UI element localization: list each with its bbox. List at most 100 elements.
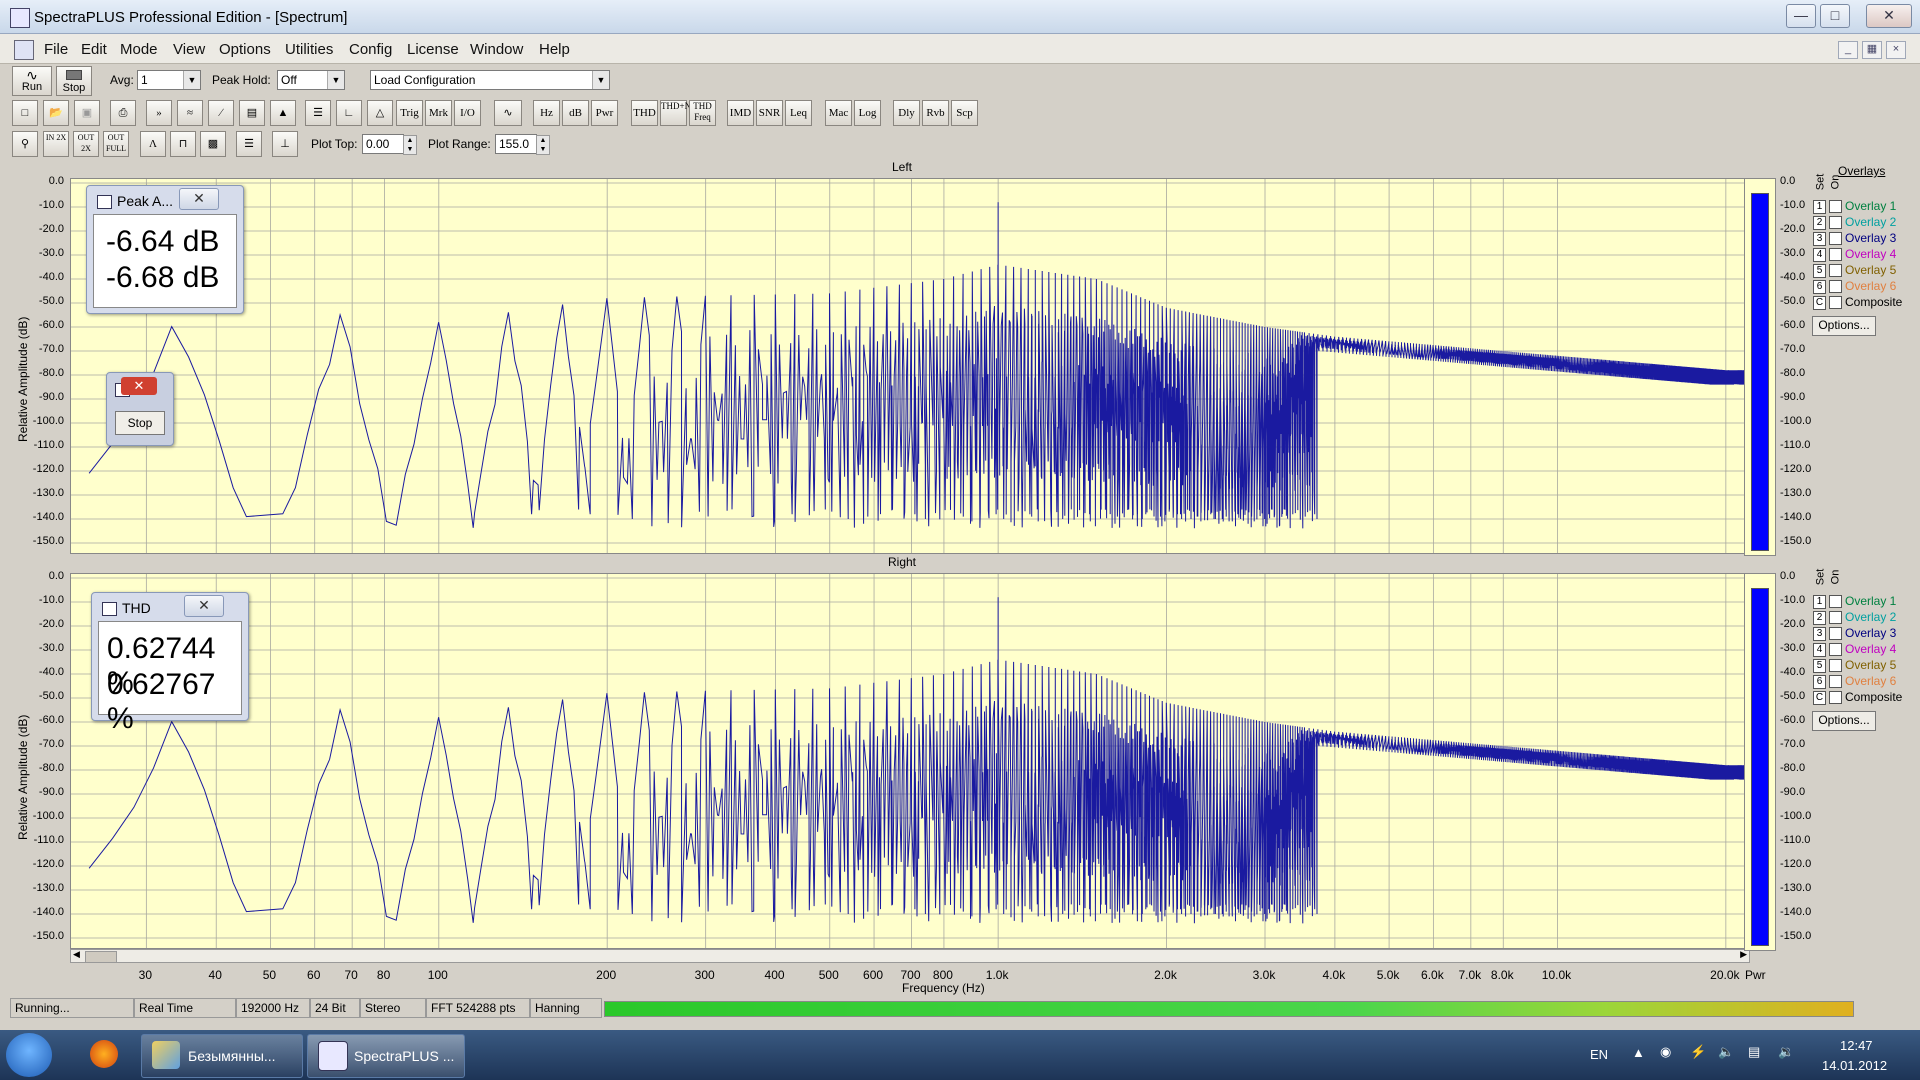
mdi-restore-button[interactable]: ▦ [1862, 41, 1882, 59]
3d-surface-icon[interactable]: ▲ [270, 100, 296, 126]
overlay-checkbox[interactable] [1829, 691, 1842, 704]
leq-button[interactable]: Leq [785, 100, 812, 126]
menu-utilities[interactable]: Utilities [285, 41, 333, 58]
speaker-icon[interactable]: 🔈 [1718, 1044, 1734, 1060]
horizontal-scrollbar[interactable]: ◀ ▶ [70, 949, 1750, 963]
clock-date[interactable]: 14.01.2012 [1822, 1058, 1887, 1073]
mrk-button[interactable]: Mrk [425, 100, 452, 126]
taskbar-item-spectraplus[interactable]: SpectraPLUS ... [307, 1034, 465, 1078]
menu-options[interactable]: Options [219, 41, 271, 58]
overlays-title[interactable]: Overlays [1838, 164, 1885, 178]
log-button[interactable]: Log [854, 100, 881, 126]
spectrum-mode-icon[interactable]: ≈ [177, 100, 203, 126]
overlay-set-button[interactable]: 2 [1813, 216, 1826, 230]
plot-range-input[interactable]: 155.0 ▲ ▼ [495, 134, 550, 155]
minimize-button[interactable]: — [1786, 4, 1816, 28]
language-indicator[interactable]: EN [1590, 1047, 1608, 1062]
overlay-set-button[interactable]: 3 [1813, 232, 1826, 246]
menu-window[interactable]: Window [470, 41, 523, 58]
cursor-icon[interactable]: ⊥ [272, 131, 298, 157]
plot-right[interactable] [70, 573, 1763, 949]
overlay-checkbox[interactable] [1829, 643, 1842, 656]
stop-toolbar-button[interactable]: Stop [56, 66, 92, 96]
overlay-checkbox[interactable] [1829, 280, 1842, 293]
peak-hold-select[interactable]: Off ▼ [277, 70, 345, 90]
scroll-thumb[interactable] [85, 951, 117, 963]
overlay-set-button[interactable]: 6 [1813, 675, 1826, 689]
stop-window[interactable]: ✕ Stop [106, 372, 174, 446]
overlay-checkbox[interactable] [1829, 264, 1842, 277]
plot-top-input[interactable]: 0.00 ▲ ▼ [362, 134, 417, 155]
maximize-button[interactable]: □ [1820, 4, 1850, 28]
network-icon[interactable]: ▤ [1748, 1044, 1760, 1060]
menu-mode[interactable]: Mode [120, 41, 158, 58]
plot-left[interactable] [70, 178, 1763, 554]
overlay-checkbox[interactable] [1829, 200, 1842, 213]
phase-icon[interactable]: ∕ [208, 100, 234, 126]
overlay-checkbox[interactable] [1829, 627, 1842, 640]
close-button[interactable]: ✕ [1866, 4, 1912, 28]
step-plot-icon[interactable]: ⊓ [170, 131, 196, 157]
pwr-button[interactable]: Pwr [591, 100, 618, 126]
menu-file[interactable]: File [44, 41, 68, 58]
avg-select[interactable]: 1 ▼ [137, 70, 201, 90]
clock-time[interactable]: 12:47 [1840, 1038, 1873, 1053]
overlay-checkbox[interactable] [1829, 675, 1842, 688]
overlay-options-button[interactable]: Options... [1812, 711, 1876, 731]
tray-expand-icon[interactable]: ▲ [1632, 1045, 1645, 1060]
mdi-minimize-button[interactable]: _ [1838, 41, 1858, 59]
power-icon[interactable]: ⚡ [1690, 1044, 1706, 1060]
overlay-checkbox[interactable] [1829, 659, 1842, 672]
db-button[interactable]: dB [562, 100, 589, 126]
firefox-taskbar-button[interactable] [80, 1034, 128, 1076]
overlay-checkbox[interactable] [1829, 296, 1842, 309]
imd-button[interactable]: IMD [727, 100, 754, 126]
open-folder-icon[interactable]: 📂 [43, 100, 69, 126]
menu-edit[interactable]: Edit [81, 41, 107, 58]
close-icon[interactable]: ✕ [179, 188, 219, 210]
overlay-checkbox[interactable] [1829, 216, 1842, 229]
zoom-out-button[interactable]: OUT 2X [73, 131, 99, 157]
overlay-options-button[interactable]: Options... [1812, 316, 1876, 336]
chevron-down-icon[interactable]: ▼ [592, 71, 609, 89]
peak-amplitude-window[interactable]: Peak A... ✕ -6.64 dB -6.68 dB [86, 185, 244, 314]
document-icon[interactable] [14, 40, 34, 60]
run-button[interactable]: ∿ Run [12, 66, 52, 96]
generator-icon[interactable]: ∿ [494, 100, 522, 126]
spin-arrows-icon[interactable]: ▲ ▼ [403, 135, 417, 155]
zoom-full-button[interactable]: OUT FULL [103, 131, 129, 157]
thd-freq-button[interactable]: THD Freq [689, 100, 716, 126]
overlay-set-button[interactable]: 5 [1813, 659, 1826, 673]
list-icon[interactable]: ☰ [236, 131, 262, 157]
overlay-set-button[interactable]: 4 [1813, 248, 1826, 262]
rvb-button[interactable]: Rvb [922, 100, 949, 126]
overlay-checkbox[interactable] [1829, 248, 1842, 261]
zoom-icon[interactable]: ⚲ [12, 131, 38, 157]
close-icon[interactable]: ✕ [121, 377, 157, 395]
stop-button[interactable]: Stop [115, 411, 165, 435]
spectrum-chart-left[interactable] [71, 179, 1763, 553]
zoom-in-button[interactable]: IN 2X [43, 131, 69, 157]
spectrum-chart-right[interactable] [71, 574, 1763, 948]
overlay-set-button[interactable]: 1 [1813, 200, 1826, 214]
scp-button[interactable]: Scp [951, 100, 978, 126]
hz-button[interactable]: Hz [533, 100, 560, 126]
overlay-set-button[interactable]: 2 [1813, 611, 1826, 625]
line-plot-icon[interactable]: Λ [140, 131, 166, 157]
overlay-set-button[interactable]: C [1813, 691, 1826, 705]
thd-n-button[interactable]: THD+N [660, 100, 691, 126]
bar-plot-icon[interactable]: ▩ [200, 131, 226, 157]
menu-help[interactable]: Help [539, 41, 570, 58]
menu-view[interactable]: View [173, 41, 205, 58]
eset-icon[interactable]: ◉ [1660, 1044, 1671, 1060]
overlay-checkbox[interactable] [1829, 595, 1842, 608]
print-icon[interactable]: ⎙ [110, 100, 136, 126]
chevron-down-icon[interactable]: ▼ [183, 71, 200, 89]
windows-start-icon[interactable] [6, 1033, 52, 1077]
overlay-set-button[interactable]: 4 [1813, 643, 1826, 657]
save-icon[interactable]: ▣ [74, 100, 100, 126]
thd-button[interactable]: THD [631, 100, 658, 126]
overlay-set-button[interactable]: 1 [1813, 595, 1826, 609]
dly-button[interactable]: Dly [893, 100, 920, 126]
chevron-down-icon[interactable]: ▼ [327, 71, 344, 89]
